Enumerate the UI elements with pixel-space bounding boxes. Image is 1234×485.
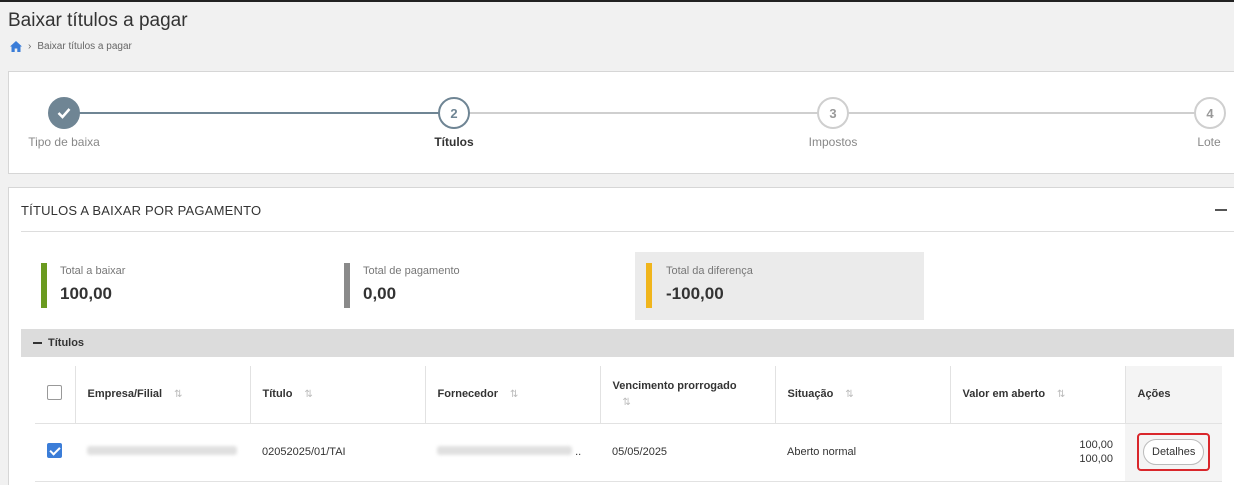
collapse-minus-icon [33, 342, 42, 344]
row-checkbox[interactable] [47, 443, 62, 458]
step-connector-done [65, 112, 439, 114]
cell-acoes: Detalhes [1125, 423, 1223, 482]
select-all-checkbox[interactable] [47, 385, 62, 401]
step-3-circle[interactable]: 3 [817, 97, 849, 129]
summary-label: Total da diferença [666, 265, 753, 277]
select-all-header [35, 366, 76, 424]
cell-situacao: Aberto normal [775, 423, 950, 482]
summary-value: -100,00 [666, 284, 724, 303]
step-2-circle[interactable]: 2 [438, 97, 470, 129]
step-2-label: Títulos [434, 135, 474, 149]
titles-table: Empresa/Filial ⇅ Título ⇅ Fornecedor ⇅ Venc… [35, 366, 1223, 482]
column-header-empresa[interactable]: Empresa/Filial ⇅ [75, 366, 251, 424]
summary-bar [41, 263, 47, 308]
summary-value: 100,00 [60, 284, 112, 303]
group-title: Títulos [48, 337, 85, 349]
cell-empresa [75, 423, 250, 482]
cell-valor: 100,00 100,00 [950, 423, 1125, 482]
sort-icon[interactable]: ⇅ [510, 389, 518, 400]
summary-value: 0,00 [363, 284, 397, 303]
chevron-right-icon: › [28, 41, 32, 52]
summary-total-diferenca: Total da diferença -100,00 [635, 252, 924, 320]
check-icon [57, 108, 71, 119]
home-icon[interactable] [10, 41, 22, 52]
step-3-label: Impostos [808, 135, 858, 149]
sort-icon[interactable]: ⇅ [845, 389, 853, 400]
column-header-titulo[interactable]: Título ⇅ [250, 366, 426, 424]
valor-line-1: 100,00 [1079, 439, 1113, 451]
sort-icon[interactable]: ⇅ [1057, 389, 1065, 400]
divider [21, 231, 1234, 232]
summary-bar [646, 263, 652, 308]
breadcrumb: › Baixar títulos a pagar [10, 41, 132, 52]
table-row[interactable]: 02052025/01/TAI .. 05/05/2025 Aberto nor… [35, 423, 1223, 482]
collapse-icon[interactable] [1215, 209, 1227, 211]
step-1-circle[interactable] [48, 97, 80, 129]
column-header-situacao[interactable]: Situação ⇅ [775, 366, 951, 424]
summary-label: Total a baixar [60, 265, 126, 277]
column-header-acoes: Ações [1125, 366, 1223, 424]
valor-line-2: 100,00 [1079, 453, 1113, 465]
cell-vencimento: 05/05/2025 [600, 423, 775, 482]
sort-icon[interactable]: ⇅ [304, 389, 312, 400]
step-4-circle[interactable]: 4 [1194, 97, 1226, 129]
redacted-text [437, 446, 572, 455]
breadcrumb-current: Baixar títulos a pagar [37, 41, 132, 52]
titles-panel: TÍTULOS A BAIXAR POR PAGAMENTO Total a b… [8, 187, 1234, 485]
summary-total-baixar: Total a baixar 100,00 [35, 252, 325, 320]
row-select-cell [35, 423, 75, 482]
step-4-label: Lote [1197, 135, 1221, 149]
sort-icon[interactable]: ⇅ [174, 389, 182, 400]
titles-group-header[interactable]: Títulos [21, 329, 1234, 357]
summary-total-pagamento: Total de pagamento 0,00 [338, 252, 628, 320]
page-title: Baixar títulos a pagar [8, 10, 188, 31]
wizard-stepper: Tipo de baixa 2 Títulos 3 Impostos 4 Lot… [8, 71, 1234, 174]
column-header-vencimento[interactable]: Vencimento prorrogado ⇅ [600, 366, 776, 424]
cell-titulo: 02052025/01/TAI [250, 423, 425, 482]
column-header-fornecedor[interactable]: Fornecedor ⇅ [425, 366, 601, 424]
summary-label: Total de pagamento [363, 265, 460, 277]
column-header-valor[interactable]: Valor em aberto ⇅ [950, 366, 1126, 424]
redacted-text [87, 446, 237, 455]
section-title: TÍTULOS A BAIXAR POR PAGAMENTO [21, 203, 262, 218]
summary-bar [344, 263, 350, 308]
detalhes-highlight: Detalhes [1137, 433, 1211, 471]
step-1-label: Tipo de baixa [28, 135, 100, 149]
sort-icon[interactable]: ⇅ [623, 397, 631, 408]
detalhes-button[interactable]: Detalhes [1143, 439, 1205, 465]
table-header-row: Empresa/Filial ⇅ Título ⇅ Fornecedor ⇅ Venc… [35, 366, 1223, 424]
cell-fornecedor: .. [425, 423, 600, 482]
